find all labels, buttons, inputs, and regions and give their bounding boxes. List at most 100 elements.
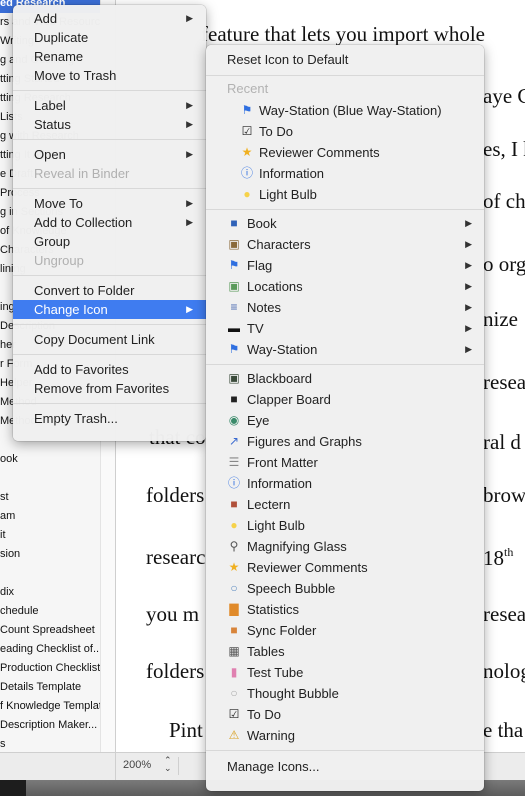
- menu-item-lectern[interactable]: ■ Lectern: [206, 495, 484, 514]
- submenu-arrow-icon: ▶: [465, 239, 472, 249]
- binder-item[interactable]: Description Maker...: [0, 716, 100, 735]
- menu-item-label: Magnifying Glass: [247, 539, 347, 554]
- menu-item-tv[interactable]: ▬ TV ▶: [206, 319, 484, 338]
- menu-separator: [13, 139, 206, 140]
- menu-item-notes[interactable]: ≡ Notes ▶: [206, 298, 484, 317]
- editor-text-line: resea: [483, 370, 525, 394]
- binder-item[interactable]: dix: [0, 583, 100, 602]
- editor-text-line: feature that lets you import whole: [201, 22, 486, 46]
- menu-item-blackboard[interactable]: ▣ Blackboard: [206, 369, 484, 388]
- menu-item-book[interactable]: ■ Book ▶: [206, 214, 484, 233]
- menu-item-open[interactable]: Open ▶: [13, 145, 206, 164]
- binder-item[interactable]: f Knowledge Template: [0, 697, 100, 716]
- menu-item-test-tube[interactable]: ▮ Test Tube: [206, 663, 484, 682]
- dock-edge: [0, 780, 26, 796]
- submenu-arrow-icon: ▶: [465, 302, 472, 312]
- menu-item-label: To Do: [247, 707, 281, 722]
- menu-item-label: Open: [34, 147, 66, 162]
- menu-item-label: Flag: [247, 258, 273, 273]
- menu-item-locations[interactable]: ▣ Locations ▶: [206, 277, 484, 296]
- binder-item[interactable]: s: [0, 735, 100, 752]
- binder-item[interactable]: am: [0, 507, 100, 526]
- menu-item-status[interactable]: Status ▶: [13, 115, 206, 134]
- menu-item-thought-bubble[interactable]: ○ Thought Bubble: [206, 684, 484, 703]
- menu-item-rename[interactable]: Rename: [13, 47, 206, 66]
- menu-item-way-station-blue-way-station[interactable]: ⚑ Way-Station (Blue Way-Station): [206, 101, 484, 120]
- menu-item-flag[interactable]: ⚑ Flag ▶: [206, 256, 484, 275]
- menu-item-reviewer-comments[interactable]: ★ Reviewer Comments: [206, 558, 484, 577]
- menu-item-to-do[interactable]: ☑ To Do: [206, 705, 484, 724]
- menu-item-move-to-trash[interactable]: Move to Trash: [13, 66, 206, 85]
- binder-item[interactable]: Details Template: [0, 678, 100, 697]
- context-menu: Add ▶ Duplicate Rename Move to Trash Label ▶ St…: [13, 5, 206, 441]
- zoom-stepper-icon[interactable]: ⌃ ⌄: [164, 756, 172, 773]
- menu-item-light-bulb[interactable]: ● Light Bulb: [206, 185, 484, 204]
- zoom-level[interactable]: 200%: [123, 759, 151, 771]
- menu-item-characters[interactable]: ▣ Characters ▶: [206, 235, 484, 254]
- menu-item-change-icon[interactable]: Change Icon ▶: [13, 300, 206, 319]
- binder-item[interactable]: [0, 564, 100, 583]
- binder-item[interactable]: Count Spreadsheet: [0, 621, 100, 640]
- editor-text-line: you m: [146, 602, 200, 626]
- menu-item-statistics[interactable]: ▇ Statistics: [206, 600, 484, 619]
- menu-item-reset-icon-to-default[interactable]: Reset Icon to Default: [206, 50, 484, 69]
- menu-item-label[interactable]: Label ▶: [13, 96, 206, 115]
- menu-item-speech-bubble[interactable]: ○ Speech Bubble: [206, 579, 484, 598]
- clapper-board-icon: ■: [230, 392, 238, 406]
- menu-item-light-bulb[interactable]: ● Light Bulb: [206, 516, 484, 535]
- menu-item-label: Move To: [34, 196, 83, 211]
- menu-item-duplicate[interactable]: Duplicate: [13, 28, 206, 47]
- submenu-arrow-icon: ▶: [186, 198, 193, 208]
- menu-item-to-do[interactable]: ☑ To Do: [206, 122, 484, 141]
- menu-item-tables[interactable]: ▦ Tables: [206, 642, 484, 661]
- menu-item-label: Reviewer Comments: [247, 560, 368, 575]
- menu-item-information[interactable]: ⓘ Information: [206, 474, 484, 493]
- menu-separator: [206, 364, 484, 365]
- menu-item-front-matter[interactable]: ☰ Front Matter: [206, 453, 484, 472]
- menu-item-add-to-collection[interactable]: Add to Collection ▶: [13, 213, 206, 232]
- tv-icon: ▬: [228, 321, 240, 335]
- menu-item-convert-to-folder[interactable]: Convert to Folder: [13, 281, 206, 300]
- menu-item-move-to[interactable]: Move To ▶: [13, 194, 206, 213]
- menu-item-label: Label: [34, 98, 66, 113]
- menu-item-eye[interactable]: ◉ Eye: [206, 411, 484, 430]
- menu-item-reviewer-comments[interactable]: ★ Reviewer Comments: [206, 143, 484, 162]
- binder-item[interactable]: Production Checklist: [0, 659, 100, 678]
- menu-item-empty-trash[interactable]: Empty Trash...: [13, 409, 206, 428]
- menu-item-group[interactable]: Group: [13, 232, 206, 251]
- submenu-arrow-icon: ▶: [186, 13, 193, 23]
- binder-item[interactable]: sion: [0, 545, 100, 564]
- menu-item-label: Figures and Graphs: [247, 434, 362, 449]
- binder-item[interactable]: eading Checklist of...: [0, 640, 100, 659]
- menu-item-label: Remove from Favorites: [34, 381, 170, 396]
- binder-item[interactable]: st: [0, 488, 100, 507]
- menu-separator: [206, 750, 484, 751]
- menu-item-label: Information: [259, 166, 325, 181]
- menu-item-copy-document-link[interactable]: Copy Document Link: [13, 330, 206, 349]
- binder-item[interactable]: chedule: [0, 602, 100, 621]
- menu-item-clapper-board[interactable]: ■ Clapper Board: [206, 390, 484, 409]
- menu-item-information[interactable]: ⓘ Information: [206, 164, 484, 183]
- menu-item-figures-and-graphs[interactable]: ↗ Figures and Graphs: [206, 432, 484, 451]
- menu-item-magnifying-glass[interactable]: ⚲ Magnifying Glass: [206, 537, 484, 556]
- menu-item-label: Ungroup: [34, 253, 84, 268]
- menu-item-label: Empty Trash...: [34, 411, 118, 426]
- binder-item[interactable]: [0, 469, 100, 488]
- menu-item-label: Group: [34, 234, 71, 249]
- menu-item-sync-folder[interactable]: ■ Sync Folder: [206, 621, 484, 640]
- menu-item-add[interactable]: Add ▶: [13, 9, 206, 28]
- menu-item-label: Reset Icon to Default: [227, 52, 349, 67]
- menu-item-label: Test Tube: [247, 665, 304, 680]
- book-icon: ■: [230, 216, 238, 230]
- editor-text-line: aye C: [483, 84, 525, 108]
- menu-item-remove-from-favorites[interactable]: Remove from Favorites: [13, 379, 206, 398]
- menu-item-way-station[interactable]: ⚑ Way-Station ▶: [206, 340, 484, 359]
- menu-separator: [13, 354, 206, 355]
- menu-item-label: Reveal in Binder: [34, 166, 130, 181]
- menu-item-warning[interactable]: ⚠ Warning: [206, 726, 484, 745]
- menu-item-manage-icons[interactable]: Manage Icons...: [206, 757, 484, 776]
- binder-item[interactable]: it: [0, 526, 100, 545]
- binder-item[interactable]: ook: [0, 450, 100, 469]
- menu-item-add-to-favorites[interactable]: Add to Favorites: [13, 360, 206, 379]
- submenu-arrow-icon: ▶: [465, 323, 472, 333]
